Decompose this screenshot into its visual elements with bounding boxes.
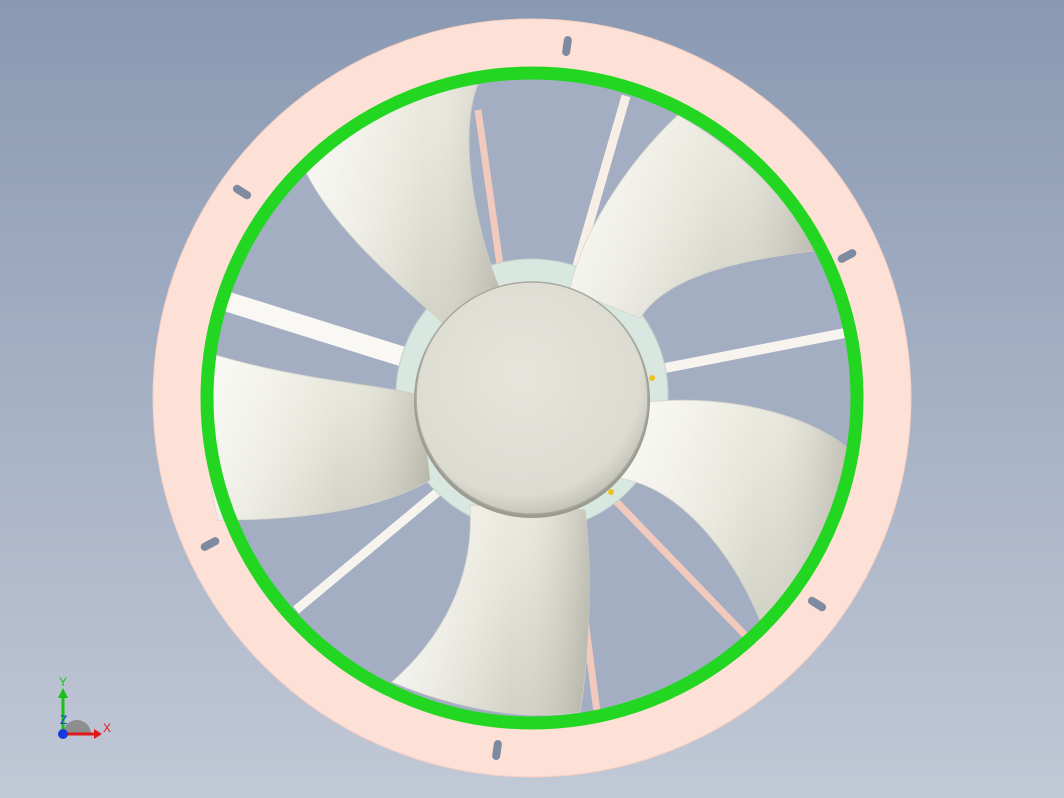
motor-indicator: [649, 375, 655, 381]
triad-x-label: X: [103, 721, 111, 735]
triad-y-label: Y: [59, 676, 67, 689]
triad-z-axis: [58, 729, 68, 739]
fan-model[interactable]: [0, 0, 1064, 798]
triad-z-label: Z: [60, 713, 67, 727]
triad-x-arrow: [94, 729, 102, 739]
fan-hub[interactable]: [415, 281, 649, 515]
motor-indicator: [608, 489, 614, 495]
coordinate-triad: Y X Z: [58, 676, 111, 739]
3d-viewport[interactable]: Y X Z: [0, 0, 1064, 798]
triad-y-arrow: [58, 688, 68, 698]
